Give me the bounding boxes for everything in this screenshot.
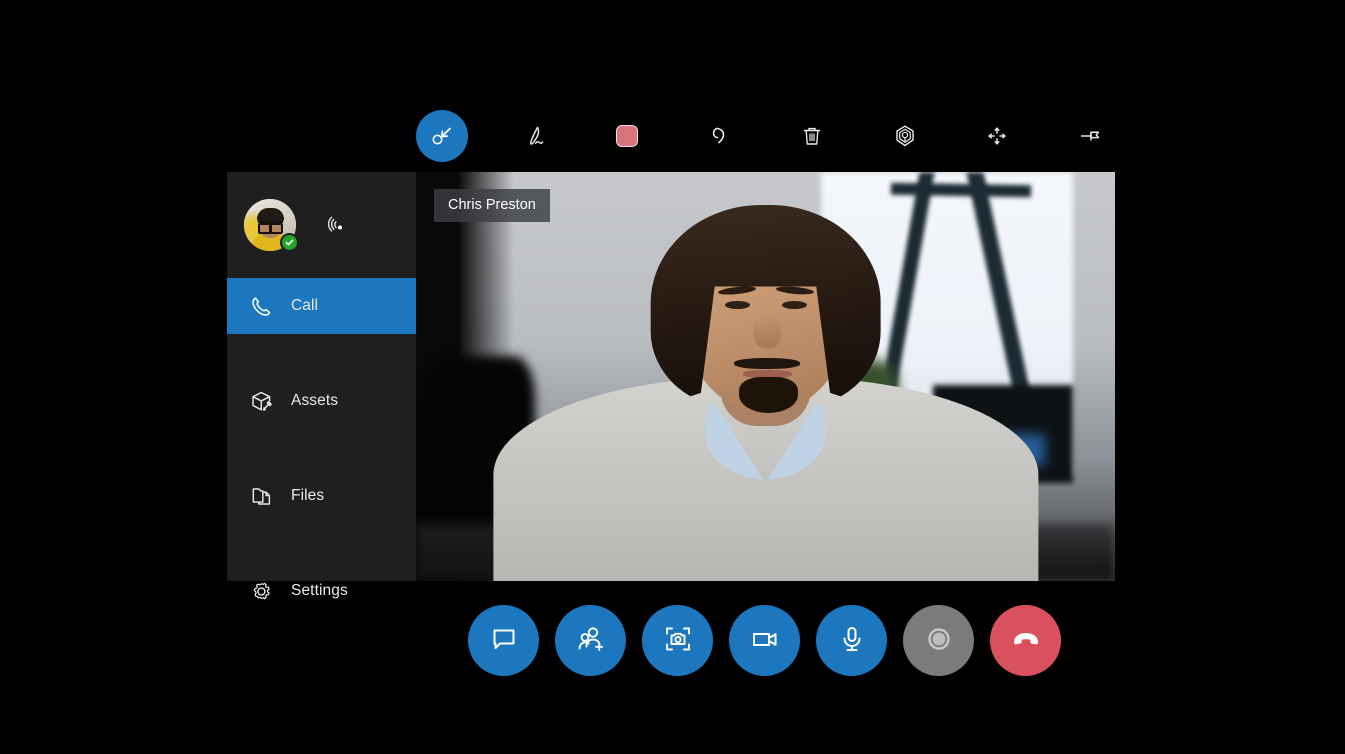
cursor-select-icon bbox=[429, 123, 455, 149]
gear-icon bbox=[249, 579, 279, 604]
ink-tool[interactable] bbox=[509, 110, 561, 162]
video-button[interactable] bbox=[729, 604, 800, 676]
participant-name-tag: Chris Preston bbox=[434, 189, 550, 222]
end-call-button[interactable] bbox=[990, 604, 1061, 676]
avatar[interactable] bbox=[244, 198, 299, 252]
sidebar-item-label: Settings bbox=[291, 582, 348, 599]
microphone-icon bbox=[837, 623, 867, 658]
location-pin-icon bbox=[892, 123, 918, 149]
files-icon bbox=[249, 484, 279, 509]
phone-icon bbox=[249, 294, 279, 319]
color-swatch-tool[interactable] bbox=[601, 110, 653, 162]
chat-bubble-icon bbox=[489, 624, 519, 657]
check-badge-icon bbox=[280, 232, 299, 252]
record-dot-icon bbox=[924, 624, 954, 657]
sidebar-profile bbox=[227, 172, 416, 277]
undo-tool[interactable] bbox=[694, 110, 746, 162]
select-tool[interactable] bbox=[416, 110, 468, 162]
undo-arrow-icon bbox=[707, 123, 733, 149]
hang-up-icon bbox=[1009, 622, 1043, 659]
app-root: Call Assets Files Settings Chris Preston bbox=[0, 0, 1345, 754]
call-controls bbox=[468, 604, 1081, 676]
box-3d-icon bbox=[249, 389, 279, 414]
sidebar: Call Assets Files Settings bbox=[227, 172, 416, 599]
camera-frame-icon bbox=[662, 623, 694, 658]
move-tool[interactable] bbox=[971, 110, 1023, 162]
video-scene bbox=[416, 172, 1115, 581]
annotation-toolbar bbox=[416, 110, 1116, 162]
person-add-icon bbox=[575, 623, 607, 658]
video-feed[interactable]: Chris Preston bbox=[416, 172, 1115, 581]
sidebar-nav: Call Assets Files Settings bbox=[227, 277, 416, 619]
pin-tool[interactable] bbox=[1064, 110, 1116, 162]
sidebar-item-label: Call bbox=[291, 297, 319, 314]
sidebar-item-files[interactable]: Files bbox=[227, 468, 416, 524]
delete-tool[interactable] bbox=[786, 110, 838, 162]
color-swatch-icon bbox=[616, 125, 639, 147]
pen-icon bbox=[521, 122, 549, 150]
pushpin-icon bbox=[1077, 123, 1103, 149]
move-arrows-icon bbox=[985, 124, 1009, 148]
sidebar-item-call[interactable]: Call bbox=[227, 278, 416, 334]
wifi-signal-icon bbox=[320, 209, 348, 240]
sidebar-item-settings[interactable]: Settings bbox=[227, 563, 416, 619]
trash-icon bbox=[800, 124, 824, 148]
microphone-button[interactable] bbox=[816, 604, 887, 676]
chat-button[interactable] bbox=[468, 604, 539, 676]
capture-button[interactable] bbox=[642, 604, 713, 676]
add-people-button[interactable] bbox=[555, 604, 626, 676]
record-button[interactable] bbox=[903, 604, 974, 676]
place-marker-tool[interactable] bbox=[879, 110, 931, 162]
sidebar-item-label: Files bbox=[291, 487, 325, 504]
sidebar-item-assets[interactable]: Assets bbox=[227, 373, 416, 429]
sidebar-item-label: Assets bbox=[291, 392, 339, 409]
video-camera-icon bbox=[749, 624, 781, 657]
